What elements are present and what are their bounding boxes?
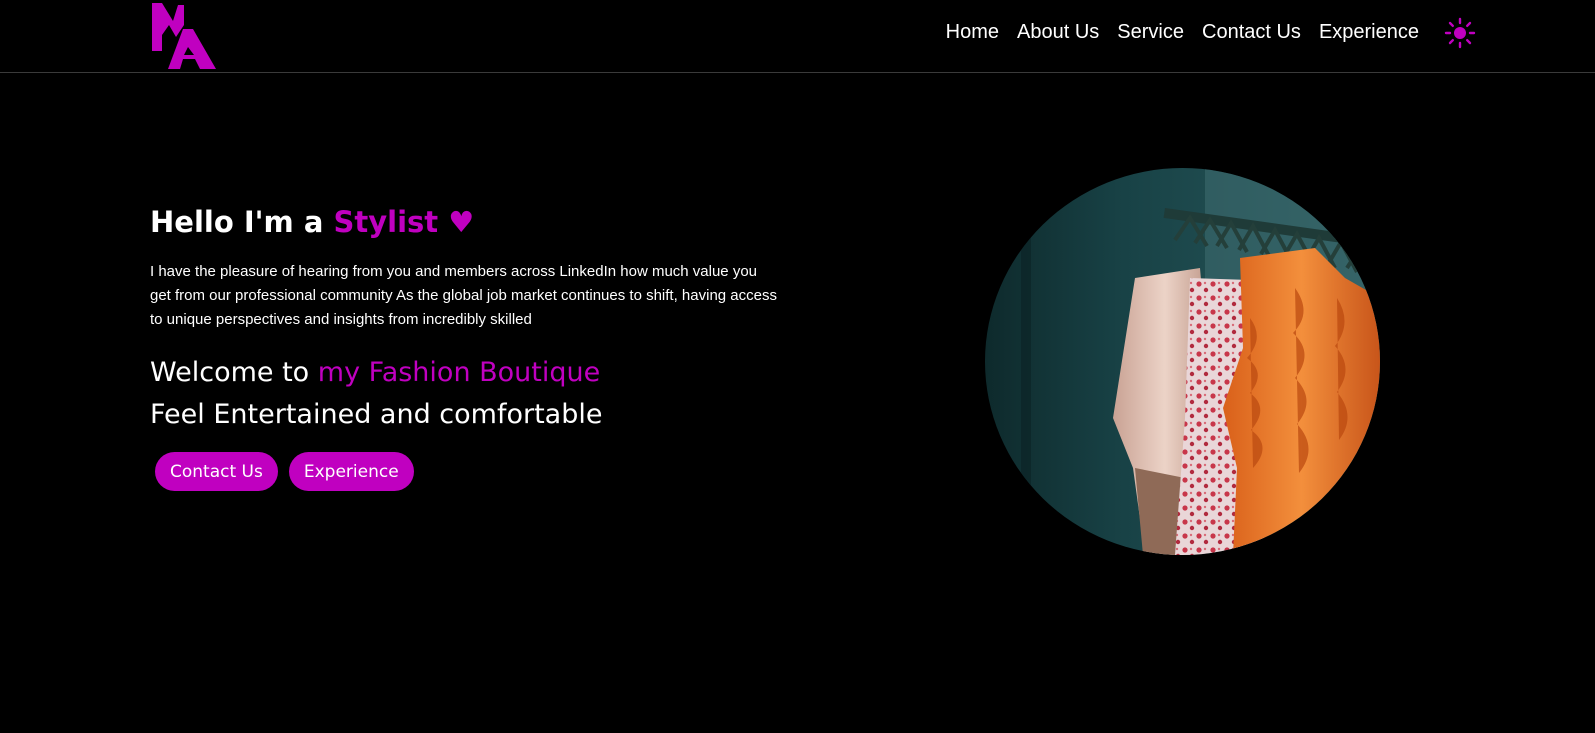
hero-image-clothing-rack — [985, 168, 1380, 555]
hero-text: Hello I'm a Stylist ♥ I have the pleasur… — [150, 202, 790, 491]
hero-heading: Hello I'm a Stylist ♥ — [150, 202, 790, 242]
greeting-role: Stylist — [333, 205, 439, 239]
tagline: Feel Entertained and comfortable — [150, 399, 603, 430]
experience-button[interactable]: Experience — [288, 452, 414, 491]
nav-about-us[interactable]: About Us — [1017, 19, 1099, 45]
nav-experience[interactable]: Experience — [1319, 19, 1419, 45]
sun-icon[interactable] — [1444, 17, 1476, 49]
nav-service[interactable]: Service — [1117, 19, 1184, 45]
welcome-line: Welcome to my Fashion Boutique — [150, 352, 790, 394]
boutique-name: my Fashion Boutique — [317, 357, 601, 388]
welcome-prefix: Welcome to — [150, 357, 318, 388]
heart-icon: ♥ — [448, 205, 475, 239]
greeting-prefix: Hello I'm a — [150, 205, 334, 239]
logo[interactable] — [150, 3, 220, 69]
navbar: Home About Us Service Contact Us Experie… — [0, 0, 1595, 73]
hero-description: I have the pleasure of hearing from you … — [150, 263, 777, 328]
nav-home[interactable]: Home — [946, 19, 999, 45]
nav-contact-us[interactable]: Contact Us — [1202, 19, 1301, 45]
contact-us-button[interactable]: Contact Us — [155, 452, 278, 491]
nav-links: Home About Us Service Contact Us Experie… — [946, 19, 1419, 45]
hero-buttons: Contact Us Experience — [155, 452, 790, 491]
